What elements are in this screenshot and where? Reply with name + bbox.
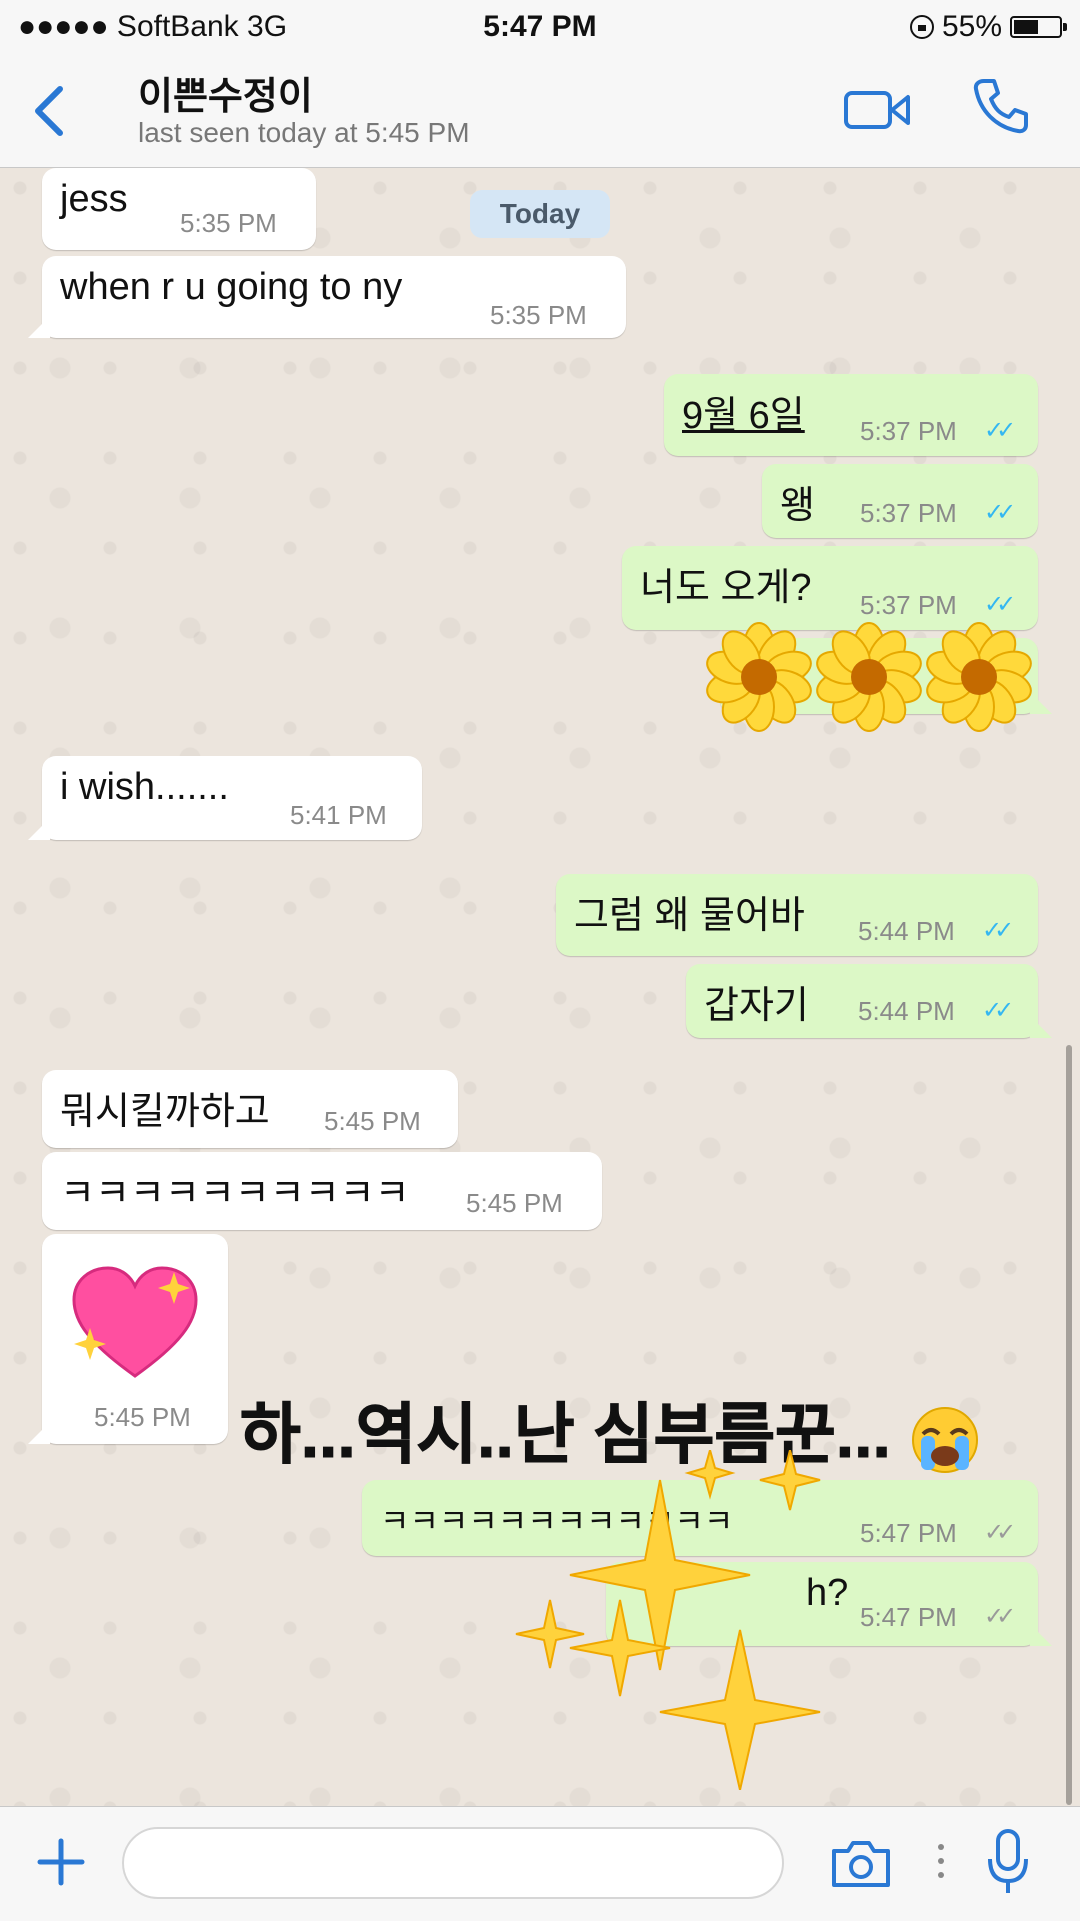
message-time: 5:37 PM	[860, 590, 957, 620]
message-outgoing[interactable]: 너도 오게? 5:37 PM ✓✓	[622, 546, 1038, 630]
message-outgoing[interactable]: 그럼 왜 물어바 5:44 PM ✓✓	[556, 874, 1038, 956]
caption-text: 하...역시..난 심부름꾼...	[240, 1397, 892, 1472]
blossom-icon	[816, 622, 922, 732]
status-right: 55%	[909, 10, 1067, 44]
message-list[interactable]: jess 5:35 PM Today when r u going to ny …	[0, 168, 1080, 1806]
read-receipt-icon: ✓✓	[984, 591, 1016, 618]
contact-name[interactable]: 이쁜수정이	[138, 65, 313, 120]
message-text: 갑자기	[704, 985, 809, 1027]
battery-icon	[1010, 16, 1067, 38]
message-time: 5:41 PM	[290, 800, 387, 830]
message-time: 5:35 PM	[180, 208, 277, 238]
status-bar: ●●●●● SoftBank 3G 5:47 PM 55%	[0, 0, 1080, 55]
flower-stickers	[704, 622, 1034, 732]
read-receipt-icon: ✓✓	[982, 917, 1014, 944]
video-camera-icon[interactable]	[844, 85, 912, 135]
message-text: ㅋㅋㅋㅋㅋㅋㅋㅋㅋㅋ	[60, 1173, 410, 1215]
phone-icon[interactable]	[972, 77, 1030, 135]
delivered-receipt-icon: ✓✓	[984, 1519, 1016, 1546]
message-outgoing[interactable]: ㅋㅋㅋㅋㅋㅋㅋㅋㅋㅋㅋㅋ 5:47 PM ✓✓	[362, 1480, 1038, 1556]
read-receipt-icon: ✓✓	[984, 417, 1016, 444]
message-incoming[interactable]: jess 5:35 PM	[42, 168, 316, 250]
message-text: 너도 오게?	[640, 567, 812, 609]
message-incoming[interactable]: 뭐시킬까하고 5:45 PM	[42, 1070, 458, 1148]
message-outgoing[interactable]: 왱 5:37 PM ✓✓	[762, 464, 1038, 538]
message-text: i wish.......	[60, 766, 229, 808]
message-text: jess	[60, 178, 128, 220]
message-text: h?	[806, 1572, 849, 1614]
message-link-text[interactable]: 9월 6일	[682, 384, 805, 439]
message-outgoing[interactable]: 9월 6일 5:37 PM ✓✓	[664, 374, 1038, 456]
battery-percent: 55%	[941, 10, 1002, 43]
message-text: ㅋㅋㅋㅋㅋㅋㅋㅋㅋㅋㅋㅋ	[380, 1503, 734, 1539]
camera-icon[interactable]	[830, 1837, 892, 1889]
message-time: 5:45 PM	[94, 1402, 191, 1432]
message-sticker[interactable]: 5:45 PM	[28, 1234, 228, 1444]
message-incoming[interactable]: when r u going to ny 5:35 PM	[28, 256, 626, 338]
message-time: 5:37 PM	[860, 416, 957, 446]
message-text: 뭐시킬까하고	[60, 1091, 270, 1133]
delivered-receipt-icon: ✓✓	[984, 1603, 1016, 1630]
read-receipt-icon: ✓✓	[984, 499, 1016, 526]
battery-fill	[1014, 20, 1039, 34]
message-composer	[0, 1806, 1080, 1921]
message-text: when r u going to ny	[60, 266, 403, 308]
message-time: 5:45 PM	[324, 1106, 421, 1136]
last-seen-status: last seen today at 5:45 PM	[138, 117, 470, 148]
message-time: 5:35 PM	[490, 300, 587, 330]
message-time: 5:44 PM	[858, 996, 955, 1026]
chat-header: 이쁜수정이 last seen today at 5:45 PM	[0, 55, 1080, 168]
chevron-left-icon[interactable]	[30, 83, 70, 139]
microphone-icon[interactable]	[984, 1827, 1032, 1897]
message-outgoing[interactable]: 갑자기 5:44 PM ✓✓	[686, 964, 1052, 1038]
sparkling-heart-icon	[72, 1266, 198, 1378]
message-text: 왱	[780, 485, 815, 527]
message-outgoing[interactable]: h? 5:47 PM ✓✓	[606, 1562, 1052, 1646]
message-text: 그럼 왜 물어바	[574, 895, 805, 937]
message-time: 5:45 PM	[466, 1188, 563, 1218]
message-time: 5:44 PM	[858, 916, 955, 946]
rotation-lock-icon	[909, 15, 934, 39]
message-incoming[interactable]: i wish....... 5:41 PM	[28, 756, 422, 840]
blossom-icon	[926, 622, 1032, 732]
plus-icon[interactable]	[36, 1837, 86, 1887]
message-input[interactable]	[122, 1827, 784, 1899]
read-receipt-icon: ✓✓	[982, 997, 1014, 1024]
date-separator: Today	[470, 190, 610, 238]
message-time: 5:47 PM	[860, 1518, 957, 1548]
message-time: 5:37 PM	[860, 498, 957, 528]
overlay-caption: 하...역시..난 심부름꾼...	[240, 1381, 981, 1477]
message-time: 5:47 PM	[860, 1602, 957, 1632]
blossom-icon	[706, 622, 812, 732]
loudly-crying-face-icon	[912, 1406, 979, 1473]
message-incoming[interactable]: ㅋㅋㅋㅋㅋㅋㅋㅋㅋㅋ 5:45 PM	[42, 1152, 602, 1230]
scrollbar[interactable]	[1066, 1045, 1072, 1805]
more-dots-icon	[938, 1844, 944, 1878]
